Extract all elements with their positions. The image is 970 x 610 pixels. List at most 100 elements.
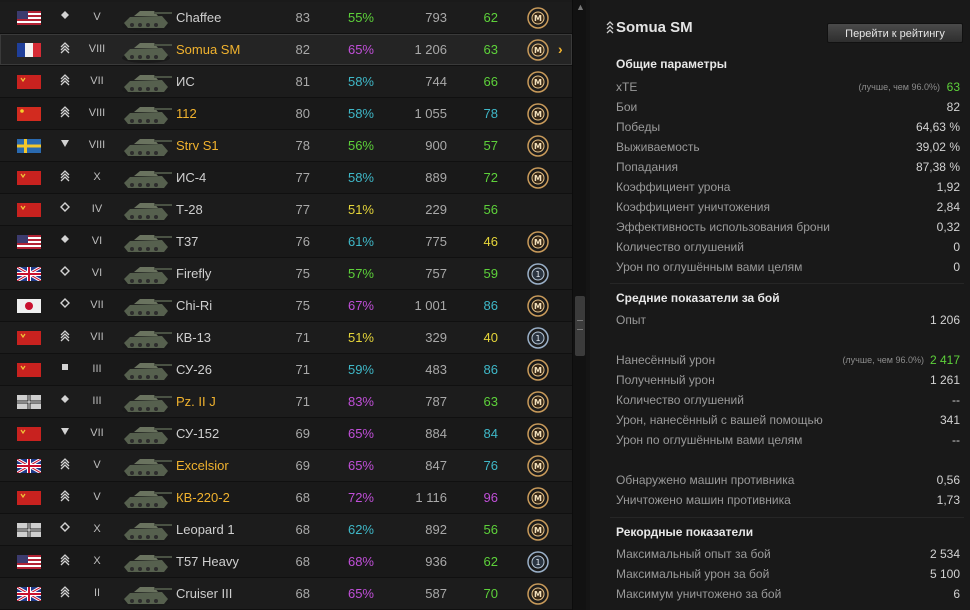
vehicle-row[interactable]: IV Т-28 77 51% 229 56 [0, 194, 572, 226]
vehicle-row[interactable]: X T57 Heavy 68 68% 936 62 1 [0, 546, 572, 578]
vehicle-winrate: 61% [347, 234, 374, 249]
vehicle-avg-damage: 787 [425, 394, 447, 409]
mastery-badge-icon: M [526, 454, 550, 478]
stat-label: Попадания [616, 160, 678, 174]
vehicle-winrate: 65% [347, 586, 374, 601]
vehicle-row[interactable]: VI T37 76 61% 775 46 M [0, 226, 572, 258]
stat-value: 2,84 [936, 200, 960, 214]
stat-label: Эффективность использования брони [616, 220, 830, 234]
vehicle-name: T37 [176, 234, 199, 249]
detail-title: Somua SM [616, 19, 693, 36]
stat-row: Урон, нанесённый с вашей помощью 341 [616, 410, 966, 430]
tank-image-icon [116, 131, 174, 161]
vehicle-avg-damage: 889 [425, 170, 447, 185]
vehicle-name: Chaffee [176, 10, 222, 25]
stat-label: Выживаемость [616, 140, 700, 154]
vehicle-name: Chi-Ri [176, 298, 213, 313]
stat-value: 1,92 [936, 180, 960, 194]
stat-row: Коэффициент уничтожения 2,84 [616, 197, 966, 217]
mastery-badge-icon: M [526, 294, 550, 318]
vehicle-row[interactable]: VII Chi-Ri 75 67% 1 001 86 M [0, 290, 572, 322]
nation-flag-icon [17, 203, 41, 217]
vehicle-xte: 78 [483, 106, 498, 121]
svg-text:M: M [534, 526, 542, 535]
vehicle-class-icon [58, 10, 72, 23]
vehicle-row[interactable]: V Chaffee 83 55% 793 62 M [0, 2, 572, 34]
vehicle-xte: 57 [483, 138, 498, 153]
vehicle-row[interactable]: II Cruiser III 68 65% 587 70 M [0, 578, 572, 610]
mastery-badge-icon: M [526, 358, 550, 382]
vehicle-battles: 77 [295, 202, 310, 217]
vehicle-class-icon [58, 266, 72, 281]
vehicle-row[interactable]: VI Firefly 75 57% 757 59 1 [0, 258, 572, 290]
vehicle-row[interactable]: III СУ-26 71 59% 483 86 M [0, 354, 572, 386]
nation-flag-icon [17, 299, 41, 313]
stat-row: Урон по оглушённым вами целям 0 [616, 257, 966, 277]
tank-image-icon [116, 99, 174, 129]
vehicle-list-scrollbar[interactable]: ▲ [572, 0, 586, 610]
svg-text:M: M [534, 366, 542, 375]
vehicle-battles: 69 [295, 458, 310, 473]
stat-value: 0,32 [936, 220, 960, 234]
vehicle-name: КВ-13 [176, 330, 212, 345]
vehicle-avg-damage: 587 [425, 586, 447, 601]
stat-row: Победы 64,63 % [616, 117, 966, 137]
stat-value: 39,02 % [915, 140, 960, 154]
stat-value: 2 534 [929, 547, 960, 561]
vehicle-name: Т-28 [176, 202, 203, 217]
vehicle-row[interactable]: VIII 112 80 58% 1 055 78 M [0, 98, 572, 130]
vehicle-row[interactable]: VII ИС 81 58% 744 66 M [0, 66, 572, 98]
stat-row: Максимальный урон за бой 5 100 [616, 564, 966, 584]
vehicle-xte: 62 [483, 10, 498, 25]
vehicle-tier: VII [90, 299, 104, 311]
vehicle-tier: VII [90, 331, 104, 343]
vehicle-battles: 69 [295, 426, 310, 441]
svg-text:M: M [534, 462, 542, 471]
vehicle-class-icon [58, 74, 72, 89]
svg-text:1: 1 [535, 558, 540, 567]
vehicle-xte: 63 [483, 42, 498, 57]
stat-label: Нанесённый урон [616, 353, 716, 367]
stat-row-exp: Опыт 1 206 [616, 310, 966, 330]
stat-value: 5 100 [929, 567, 960, 581]
stat-row: Максимальный опыт за бой 2 534 [616, 544, 966, 564]
stat-row-xte: xTE (лучше, чем 96.0%) 63 [616, 77, 966, 97]
svg-text:M: M [534, 302, 542, 311]
stat-value: 82 [946, 100, 960, 114]
stat-row: Попадания 87,38 % [616, 157, 966, 177]
divider [610, 517, 964, 518]
svg-text:M: M [534, 110, 542, 119]
vehicle-row[interactable]: III Pz. II J 71 83% 787 63 M [0, 386, 572, 418]
vehicle-winrate: 83% [347, 394, 374, 409]
nation-flag-icon [17, 331, 41, 345]
go-to-rating-button[interactable]: Перейти к рейтингу [827, 23, 963, 43]
tank-image-icon [116, 195, 174, 225]
vehicle-row[interactable]: V КВ-220-2 68 72% 1 116 96 M [0, 482, 572, 514]
chevron-right-icon: › [558, 41, 563, 57]
vehicle-row[interactable]: VII СУ-152 69 65% 884 84 M [0, 418, 572, 450]
vehicle-battles: 68 [295, 490, 310, 505]
vehicle-name: Somua SM [176, 42, 241, 57]
vehicle-xte: 56 [483, 202, 498, 217]
vehicle-row[interactable]: VIII Somua SM 82 65% 1 206 63 M › [0, 34, 572, 66]
vehicle-class-icon [58, 394, 72, 407]
vehicle-battles: 71 [295, 394, 310, 409]
mastery-badge-icon: M [526, 582, 550, 606]
vehicle-row[interactable]: VII КВ-13 71 51% 329 40 1 [0, 322, 572, 354]
vehicle-class-icon [58, 234, 72, 247]
stat-label: Урон по оглушённым вами целям [616, 433, 803, 447]
stat-label: Бои [616, 100, 638, 114]
vehicle-xte: 56 [483, 522, 498, 537]
general-section-header: Общие параметры [616, 57, 728, 71]
stat-value: 341 [939, 413, 960, 427]
nation-flag-icon [16, 457, 42, 475]
scrollbar-grip-icon [577, 320, 583, 330]
vehicle-row[interactable]: VIII Strv S1 78 56% 900 57 M [0, 130, 572, 162]
vehicle-row[interactable]: X ИС-4 77 58% 889 72 M [0, 162, 572, 194]
stat-note: (лучше, чем 96.0%) [842, 355, 924, 365]
scroll-up-icon[interactable]: ▲ [576, 2, 585, 12]
vehicle-row[interactable]: X Leopard 1 68 62% 892 56 M [0, 514, 572, 546]
vehicle-row[interactable]: V Excelsior 69 65% 847 76 M [0, 450, 572, 482]
vehicle-xte: 76 [483, 458, 498, 473]
vehicle-tier: III [92, 363, 102, 375]
